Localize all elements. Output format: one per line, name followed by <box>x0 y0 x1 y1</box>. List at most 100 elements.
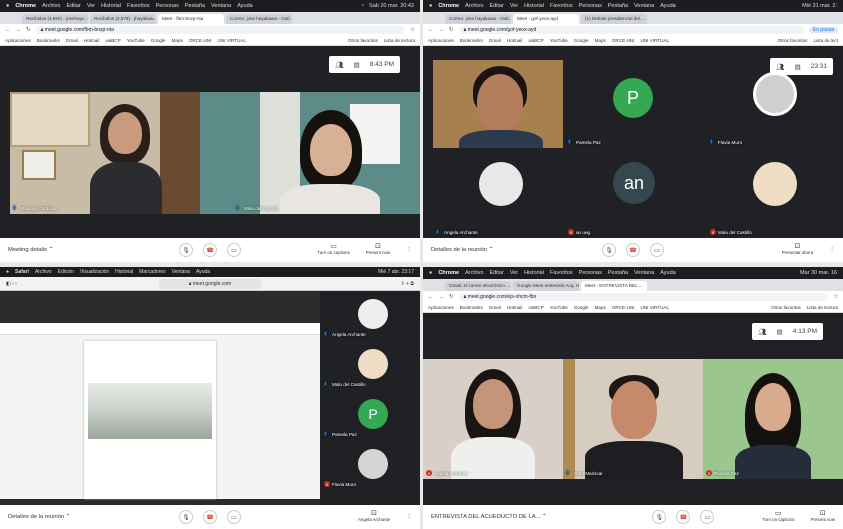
more-icon[interactable]: ⋮ <box>829 247 835 253</box>
reload-icon[interactable]: ↻ <box>26 27 31 33</box>
chat-icon[interactable]: ▤ <box>354 61 360 69</box>
end-call-button[interactable]: ☎︎ <box>203 510 217 524</box>
more-icon[interactable]: ⋮ <box>406 247 412 253</box>
apple-icon[interactable]: ● <box>429 270 432 276</box>
bookmark-google[interactable]: Google <box>574 38 589 43</box>
menu-favoritos[interactable]: Favoritos <box>127 3 150 9</box>
menu-archivo[interactable]: Archivo <box>465 270 483 276</box>
menu-favoritos[interactable]: Favoritos <box>550 3 573 9</box>
menu-personas[interactable]: Personas <box>579 3 602 9</box>
video-tile-angela[interactable]: ✕ Angela Archante <box>423 359 563 479</box>
url-field[interactable]: 🔒︎ meet.google.com <box>158 278 262 289</box>
menu-historial[interactable]: Historial <box>524 270 544 276</box>
bookmark-maps[interactable]: Maps <box>595 305 606 310</box>
chevron-up-icon[interactable]: ⌃ <box>540 514 547 520</box>
tile-malu[interactable]: ▮ Malu del Castillo <box>320 345 420 387</box>
back-icon[interactable]: ← <box>428 27 434 33</box>
video-tile-flavia[interactable]: ▮ Flavia Muro <box>707 60 843 148</box>
bookmark-maps[interactable]: Maps <box>172 38 183 43</box>
bookmark-lista[interactable]: Lista de lectura <box>807 305 838 310</box>
menu-historial[interactable]: Historial <box>101 3 121 9</box>
more-icon[interactable]: ⋮ <box>406 514 412 520</box>
menu-ventana[interactable]: Ventana <box>172 269 190 275</box>
bookmark-viabcp[interactable]: viaBCP <box>105 38 120 43</box>
bookmark-viabcp[interactable]: viaBCP <box>528 305 543 310</box>
menu-personas[interactable]: Personas <box>156 3 179 9</box>
video-tile-pamela[interactable]: ✕ Pamela Paz <box>703 359 843 479</box>
bookmark-bookmarks[interactable]: Bookmarks <box>37 38 60 43</box>
bookmark-lista[interactable]: Lista de lectura <box>384 38 415 43</box>
tab-gmail-2[interactable]: Recibidos (2,578) - jhayakaw... <box>90 14 156 24</box>
bookmark-uni-virtual[interactable]: UNI VIRTUAL <box>641 305 670 310</box>
tile-pamela[interactable]: P ▮ Pamela Paz <box>320 395 420 437</box>
menu-edicion[interactable]: Edición <box>58 269 74 275</box>
reload-icon[interactable]: ↻ <box>449 294 454 300</box>
end-call-button[interactable]: ☎︎ <box>676 510 691 524</box>
menu-visualizacion[interactable]: Visualización <box>80 269 109 275</box>
camera-button[interactable]: ▭ <box>227 510 241 524</box>
star-icon[interactable]: ☆ <box>410 27 415 33</box>
tab-gmail[interactable]: Gmail, el correo electrónico ... <box>445 281 511 291</box>
tab-meet[interactable]: Meet - gof-yeox-ayd <box>513 14 579 24</box>
bookmark-uni-virtual[interactable]: UNI VIRTUAL <box>218 38 247 43</box>
tab-outlook[interactable]: Correo: jose hayakawa - Outl... <box>445 14 511 24</box>
presenting-indicator[interactable]: ⊡ Angela Archante <box>358 510 390 523</box>
menu-ayuda[interactable]: Ayuda <box>196 269 210 275</box>
menu-personas[interactable]: Personas <box>579 270 602 276</box>
forward-icon[interactable]: → <box>16 27 22 33</box>
menu-ventana[interactable]: Ventana <box>634 3 654 9</box>
menu-archivo[interactable]: Archivo <box>35 269 52 275</box>
menu-marcadores[interactable]: Marcadores <box>139 269 165 275</box>
present-button[interactable]: ⊡ Presentar ahora <box>782 243 814 256</box>
chevron-up-icon[interactable]: ⌃ <box>47 247 54 253</box>
menu-historial[interactable]: Historial <box>524 3 544 9</box>
mic-button[interactable]: 🎙︎ <box>602 243 616 257</box>
bookmark-gmail[interactable]: Gmail <box>66 38 78 43</box>
bookmark-youtube[interactable]: YouTube <box>550 305 568 310</box>
sidebar-icon[interactable]: ◧ ‹ › <box>6 281 17 287</box>
bookmark-gmail[interactable]: Gmail <box>489 305 501 310</box>
bookmark-aplicaciones[interactable]: Aplicaciones <box>428 305 454 310</box>
reload-icon[interactable]: ↻ <box>449 27 454 33</box>
bookmark-otros[interactable]: Otros favoritos <box>771 305 801 310</box>
present-button[interactable]: ⊡ Present now <box>811 510 835 523</box>
tab-outlook[interactable]: Correo: jose hayakawa - Outl... <box>226 14 292 24</box>
menu-ventana[interactable]: Ventana <box>211 3 231 9</box>
menu-chrome[interactable]: Chrome <box>438 270 459 276</box>
menu-favoritos[interactable]: Favoritos <box>550 270 573 276</box>
bookmark-lista[interactable]: Lista de lect <box>813 38 838 43</box>
bookmark-aplicaciones[interactable]: Aplicaciones <box>5 38 31 43</box>
tile-angela[interactable]: ▮ Angela Archante <box>320 295 420 337</box>
url-field[interactable]: 🔒︎ meet.google.com/gof-yeox-ayd <box>458 26 804 34</box>
video-tile-malu[interactable]: ✕ Malu del Castillo <box>707 150 843 238</box>
bookmark-hotmail[interactable]: Hotmail <box>84 38 100 43</box>
bookmark-hotmail[interactable]: Hotmail <box>507 38 523 43</box>
forward-icon[interactable]: → <box>439 27 445 33</box>
menu-ayuda[interactable]: Ayuda <box>660 3 676 9</box>
mic-button[interactable]: 🎙︎ <box>179 243 193 257</box>
menu-historial[interactable]: Historial <box>115 269 133 275</box>
tile-flavia[interactable]: ✕ Flavia Muro <box>320 445 420 487</box>
end-call-button[interactable]: ☎︎ <box>626 243 640 257</box>
camera-button[interactable]: ▭ <box>700 510 715 524</box>
star-icon[interactable]: ☆ <box>833 294 838 300</box>
apple-icon[interactable]: ● <box>6 269 9 275</box>
menu-ventana[interactable]: Ventana <box>634 270 654 276</box>
bookmark-bookmarks[interactable]: Bookmarks <box>460 38 483 43</box>
menu-editar[interactable]: Editar <box>66 3 80 9</box>
menu-ayuda[interactable]: Ayuda <box>237 3 253 9</box>
tab-meet[interactable]: Meet - fbm-bnzp-nta <box>158 14 224 24</box>
bookmark-bookmarks[interactable]: Bookmarks <box>460 305 483 310</box>
menu-chrome[interactable]: Chrome <box>438 3 459 9</box>
menu-ver[interactable]: Ver <box>510 3 518 9</box>
chevron-up-icon[interactable]: ⌃ <box>487 247 494 253</box>
meeting-details[interactable]: ENTREVISTA DEL ACUEDUCTO DE LA... <box>431 514 540 520</box>
menu-ver[interactable]: Ver <box>87 3 95 9</box>
tab-gmail-1[interactable]: Recibidos (4,860) - josehayc... <box>22 14 88 24</box>
bookmark-orce[interactable]: ORCE-UNI <box>612 305 635 310</box>
tab-meet[interactable]: Meet - ENTREVISTA DEL ... <box>581 281 647 291</box>
url-field[interactable]: 🔒︎ meet.google.com/ejs-ohcm-fbn <box>458 293 829 301</box>
menu-pestana[interactable]: Pestaña <box>608 3 628 9</box>
tab-debate[interactable]: (1) Debate presidencial del... <box>581 14 647 24</box>
bookmark-youtube[interactable]: YouTube <box>127 38 145 43</box>
